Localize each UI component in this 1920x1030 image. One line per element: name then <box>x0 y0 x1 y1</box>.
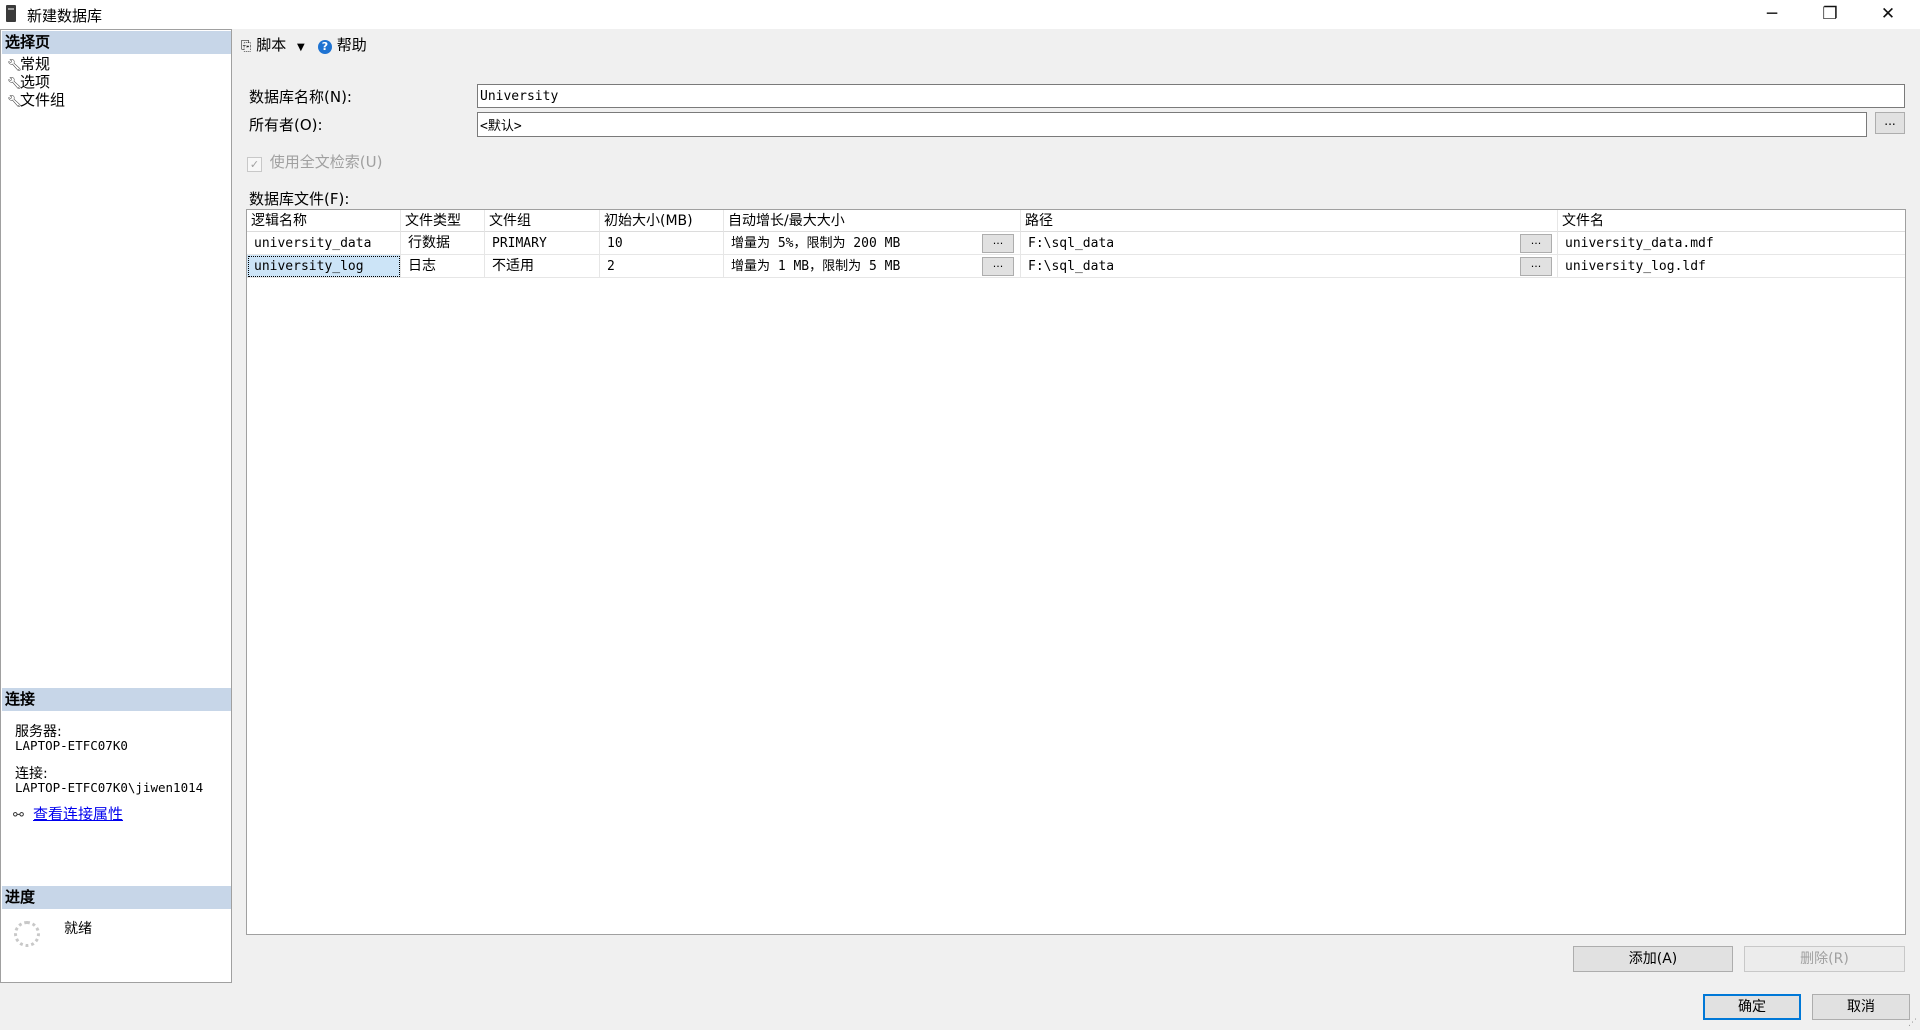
col-header-initial-size[interactable]: 初始大小(MB) <box>600 210 724 232</box>
select-page-header: 选择页 <box>2 31 231 54</box>
fulltext-label: 使用全文检索(U) <box>269 153 383 171</box>
autogrowth-edit-button[interactable]: ... <box>982 234 1014 253</box>
cancel-button[interactable]: 取消 <box>1812 994 1910 1020</box>
app-icon <box>6 5 16 22</box>
page-label: 文件组 <box>20 91 66 109</box>
owner-input[interactable] <box>477 112 1867 137</box>
help-icon: ? <box>318 40 332 54</box>
chevron-down-icon[interactable]: ▼ <box>297 42 305 53</box>
left-pane: 选择页 🔧︎常规 🔧︎选项 🔧︎文件组 连接 服务器: LAPTOP-ETFC0… <box>0 29 232 983</box>
script-icon: ⎘ <box>241 39 252 54</box>
database-files-grid: 逻辑名称 文件类型 文件组 初始大小(MB) 自动增长/最大大小 路径 文件名 … <box>246 209 1906 935</box>
page-label: 选项 <box>20 73 51 91</box>
col-header-file-name[interactable]: 文件名 <box>1558 210 1905 232</box>
owner-browse-button[interactable]: ... <box>1875 112 1905 134</box>
view-connection-properties-link[interactable]: 查看连接属性 <box>33 805 123 823</box>
ok-button[interactable]: 确定 <box>1703 994 1801 1020</box>
cell-autogrowth[interactable]: 增量为 1 MB，限制为 5 MB <box>724 255 1021 278</box>
fulltext-option[interactable]: ✓ 使用全文检索(U) <box>247 151 382 172</box>
wrench-icon: 🔧︎ <box>7 94 23 108</box>
page-filegroups[interactable]: 🔧︎文件组 <box>7 91 65 109</box>
col-header-filegroup[interactable]: 文件组 <box>485 210 600 232</box>
col-header-path[interactable]: 路径 <box>1021 210 1558 232</box>
cell-file-name[interactable]: university_data.mdf <box>1558 232 1905 255</box>
owner-label: 所有者(O): <box>249 116 323 134</box>
autogrowth-edit-button[interactable]: ... <box>982 257 1014 276</box>
cell-filegroup[interactable]: PRIMARY <box>485 232 600 255</box>
fulltext-checkbox[interactable]: ✓ <box>247 157 262 172</box>
col-header-logical-name[interactable]: 逻辑名称 <box>247 210 401 232</box>
wrench-icon: 🔧︎ <box>7 76 23 90</box>
db-files-label: 数据库文件(F): <box>249 190 350 208</box>
cell-filegroup[interactable]: 不适用 <box>485 255 600 278</box>
progress-status: 就绪 <box>64 921 92 937</box>
page-label: 常规 <box>20 55 51 73</box>
cell-path[interactable]: F:\sql_data <box>1021 255 1558 278</box>
db-name-input[interactable] <box>477 84 1905 108</box>
view-connection-properties[interactable]: ⚯ 查看连接属性 <box>13 803 123 824</box>
col-header-file-type[interactable]: 文件类型 <box>401 210 485 232</box>
cell-logical-name[interactable]: university_log <box>247 255 401 278</box>
cell-initial-size[interactable]: 10 <box>600 232 724 255</box>
restore-button[interactable]: ❐ <box>1801 0 1859 29</box>
path-browse-button[interactable]: ... <box>1520 257 1552 276</box>
window-title: 新建数据库 <box>27 7 103 25</box>
resize-grip-icon[interactable]: ⋰ <box>1908 1018 1917 1028</box>
cell-file-type[interactable]: 行数据 <box>401 232 485 255</box>
cell-logical-name[interactable]: university_data <box>247 232 401 255</box>
server-value: LAPTOP-ETFC07K0 <box>15 738 128 753</box>
connection-header: 连接 <box>2 688 231 711</box>
cell-autogrowth[interactable]: 增量为 5%，限制为 200 MB <box>724 232 1021 255</box>
cell-initial-size[interactable]: 2 <box>600 255 724 278</box>
path-browse-button[interactable]: ... <box>1520 234 1552 253</box>
cell-file-type[interactable]: 日志 <box>401 255 485 278</box>
db-name-label: 数据库名称(N): <box>249 88 352 106</box>
connection-properties-icon: ⚯ <box>13 808 24 823</box>
cell-file-name[interactable]: university_log.ldf <box>1558 255 1905 278</box>
minimize-button[interactable]: ─ <box>1743 0 1801 29</box>
help-button[interactable]: ? 帮助 <box>318 34 367 55</box>
wrench-icon: 🔧︎ <box>7 58 23 72</box>
title-bar: 新建数据库 ─ ❐ ✕ <box>0 0 1920 29</box>
remove-button[interactable]: 删除(R) <box>1744 946 1905 972</box>
page-general[interactable]: 🔧︎常规 <box>7 55 50 73</box>
progress-header: 进度 <box>2 886 231 909</box>
progress-spinner-icon <box>14 921 40 947</box>
help-label: 帮助 <box>336 36 367 54</box>
script-label: 脚本 <box>256 36 287 54</box>
add-button[interactable]: 添加(A) <box>1573 946 1733 972</box>
col-header-autogrowth[interactable]: 自动增长/最大大小 <box>724 210 1021 232</box>
script-button[interactable]: ⎘ 脚本 ▼ <box>241 34 305 55</box>
connection-value: LAPTOP-ETFC07K0\jiwen1014 <box>15 780 204 795</box>
page-options[interactable]: 🔧︎选项 <box>7 73 50 91</box>
close-button[interactable]: ✕ <box>1859 0 1917 29</box>
cell-path[interactable]: F:\sql_data <box>1021 232 1558 255</box>
